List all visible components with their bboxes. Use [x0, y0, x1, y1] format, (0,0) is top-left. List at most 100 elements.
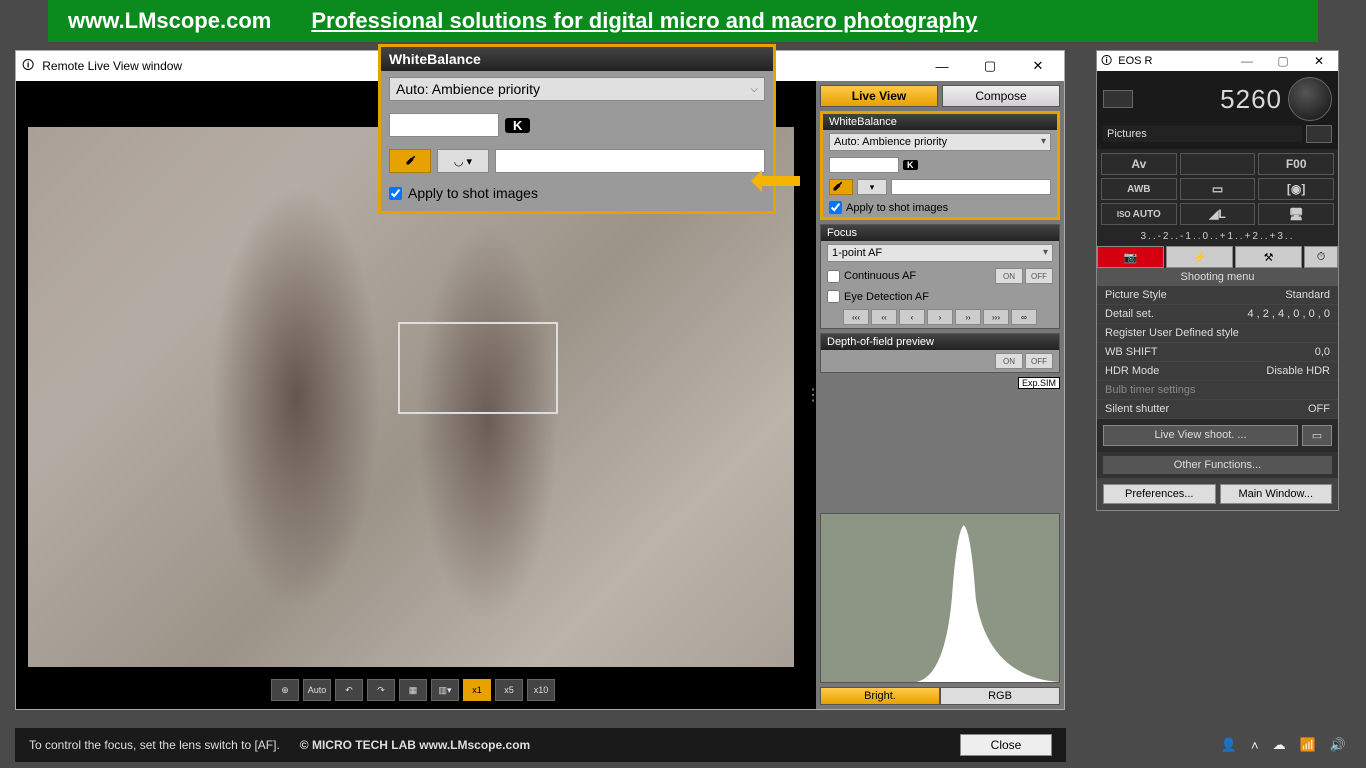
- rotate-ccw-icon[interactable]: ↶: [335, 679, 363, 701]
- menu-item[interactable]: Silent shutterOFF: [1097, 400, 1338, 419]
- wb-mode-button[interactable]: ▾: [857, 179, 887, 195]
- focus-header: Focus: [821, 225, 1059, 241]
- settings-button[interactable]: ⚒: [1235, 246, 1302, 268]
- zoom-x10-button[interactable]: x10: [527, 679, 555, 701]
- aspect-icon[interactable]: ▥▾: [431, 679, 459, 701]
- people-icon[interactable]: 👤: [1221, 737, 1237, 753]
- mode-f[interactable]: F00: [1258, 153, 1334, 175]
- mode-awb[interactable]: AWB: [1101, 178, 1177, 200]
- target-icon[interactable]: ⊕: [271, 679, 299, 701]
- cloud-icon[interactable]: ☁: [1273, 737, 1286, 753]
- menu-item[interactable]: HDR ModeDisable HDR: [1097, 362, 1338, 381]
- other-functions-button[interactable]: Other Functions...: [1103, 456, 1332, 474]
- menu-item[interactable]: Detail set.4 , 2 , 4 , 0 , 0 , 0: [1097, 305, 1338, 324]
- af-frame[interactable]: [398, 322, 558, 414]
- eye-af-label: Eye Detection AF: [844, 291, 929, 303]
- wb-overlay-value-field[interactable]: [495, 149, 765, 173]
- exposure-scale: 3..-2..-1..0..+1..+2..+3..: [1097, 229, 1338, 246]
- focus-step-buttons: ‹‹‹‹‹‹ ›››››› ∞: [821, 306, 1059, 328]
- zoom-x5-button[interactable]: x5: [495, 679, 523, 701]
- system-tray: 👤 ˄ ☁ 📶 🔊: [1221, 728, 1346, 762]
- dof-on[interactable]: ON: [995, 353, 1023, 369]
- flash-button[interactable]: ⚡: [1166, 246, 1233, 268]
- wb-overlay-header: WhiteBalance: [381, 47, 773, 71]
- folder-button[interactable]: [1306, 125, 1332, 143]
- af-mode-select[interactable]: 1-point AF▾: [827, 244, 1053, 262]
- hist-rgb-tab[interactable]: RGB: [940, 687, 1060, 705]
- tab-compose[interactable]: Compose: [942, 85, 1060, 107]
- apply-to-shot-checkbox[interactable]: [829, 201, 842, 214]
- mode-drive[interactable]: ▭: [1180, 178, 1256, 200]
- whitebalance-overlay: WhiteBalance Auto: Ambience priority⌵ K …: [378, 44, 776, 214]
- capture-button[interactable]: 📷: [1097, 246, 1164, 268]
- preview-toolbar: ⊕ Auto ↶ ↷ ▦ ▥▾ x1 x5 x10: [22, 677, 804, 703]
- wb-value-field[interactable]: [891, 179, 1051, 195]
- footer-close-button[interactable]: Close: [960, 734, 1052, 756]
- continuous-af-on[interactable]: ON: [995, 268, 1023, 284]
- focus-infinity[interactable]: ∞: [1011, 309, 1037, 325]
- preferences-button[interactable]: Preferences...: [1103, 484, 1216, 504]
- menu-item[interactable]: Register User Defined style: [1097, 324, 1338, 343]
- mode-av[interactable]: Av: [1101, 153, 1177, 175]
- focus-near1[interactable]: ›: [927, 309, 953, 325]
- hist-bright-tab[interactable]: Bright.: [820, 687, 940, 705]
- wb-kelvin-input[interactable]: [829, 157, 899, 173]
- eos-app-icon: 🛈: [1101, 52, 1112, 71]
- focus-near3[interactable]: ›››: [983, 309, 1009, 325]
- focus-far3[interactable]: ‹‹‹: [843, 309, 869, 325]
- monitor-icon[interactable]: ▭: [1302, 425, 1332, 446]
- dof-off[interactable]: OFF: [1025, 353, 1053, 369]
- kelvin-icon: K: [505, 118, 530, 133]
- wifi-icon[interactable]: 📶: [1300, 737, 1316, 753]
- eos-minimize[interactable]: —: [1232, 54, 1262, 68]
- mode-pc[interactable]: 🖥: [1258, 203, 1334, 225]
- zoom-x1-button[interactable]: x1: [463, 679, 491, 701]
- battery-icon: [1103, 90, 1133, 108]
- kelvin-icon: K: [903, 160, 918, 170]
- focus-near2[interactable]: ››: [955, 309, 981, 325]
- tab-live-view[interactable]: Live View: [820, 85, 938, 107]
- wb-overlay-apply-checkbox[interactable]: [389, 187, 402, 200]
- grid-icon[interactable]: ▦: [399, 679, 427, 701]
- minimize-button[interactable]: —: [922, 54, 962, 78]
- focus-far1[interactable]: ‹: [899, 309, 925, 325]
- menu-item[interactable]: Picture StyleStandard: [1097, 286, 1338, 305]
- wb-header: WhiteBalance: [823, 114, 1057, 130]
- eos-maximize[interactable]: ▢: [1268, 54, 1298, 68]
- close-button[interactable]: ✕: [1018, 54, 1058, 78]
- apply-to-shot-label: Apply to shot images: [846, 202, 948, 214]
- folder-label[interactable]: Pictures: [1103, 126, 1302, 142]
- wb-overlay-apply-label: Apply to shot images: [408, 185, 538, 201]
- auto-button[interactable]: Auto: [303, 679, 331, 701]
- shutter-dial[interactable]: [1288, 77, 1332, 121]
- eos-close[interactable]: ✕: [1304, 54, 1334, 68]
- mode-blank1[interactable]: [1180, 153, 1256, 175]
- mode-meter[interactable]: [◉]: [1258, 178, 1334, 200]
- wb-overlay-mode-button[interactable]: ◡ ▾: [437, 149, 489, 173]
- shooting-menu-header: Shooting menu: [1097, 268, 1338, 286]
- wb-overlay-mode-select[interactable]: Auto: Ambience priority⌵: [389, 77, 765, 101]
- menu-item[interactable]: WB SHIFT0,0: [1097, 343, 1338, 362]
- volume-icon[interactable]: 🔊: [1330, 737, 1346, 753]
- status-credit: © MICRO TECH LAB www.LMscope.com: [300, 738, 530, 752]
- mode-quality[interactable]: ◢L: [1180, 203, 1256, 225]
- wb-overlay-eyedropper[interactable]: [389, 149, 431, 173]
- wb-mode-select[interactable]: Auto: Ambience priority▾: [829, 133, 1051, 151]
- eye-af-checkbox[interactable]: [827, 290, 840, 303]
- main-window-button[interactable]: Main Window...: [1220, 484, 1333, 504]
- wb-overlay-kelvin-input[interactable]: [389, 113, 499, 137]
- timer-button[interactable]: ⏱: [1304, 246, 1338, 268]
- chevron-up-icon[interactable]: ˄: [1251, 738, 1259, 753]
- app-icon: 🛈: [22, 56, 34, 77]
- live-view-shoot-button[interactable]: Live View shoot. ...: [1103, 425, 1298, 446]
- eyedropper-button[interactable]: [829, 179, 853, 195]
- continuous-af-off[interactable]: OFF: [1025, 268, 1053, 284]
- focus-far2[interactable]: ‹‹: [871, 309, 897, 325]
- eos-control-window: 🛈 EOS R — ▢ ✕ 5260 Pictures AvF00 AWB▭[◉…: [1096, 50, 1339, 511]
- maximize-button[interactable]: ▢: [970, 54, 1010, 78]
- mode-iso[interactable]: ISOAUTO: [1101, 203, 1177, 225]
- rotate-cw-icon[interactable]: ↷: [367, 679, 395, 701]
- continuous-af-checkbox[interactable]: [827, 270, 840, 283]
- banner-tagline[interactable]: Professional solutions for digital micro…: [311, 8, 977, 34]
- whitebalance-panel: WhiteBalance Auto: Ambience priority▾ K …: [820, 111, 1060, 220]
